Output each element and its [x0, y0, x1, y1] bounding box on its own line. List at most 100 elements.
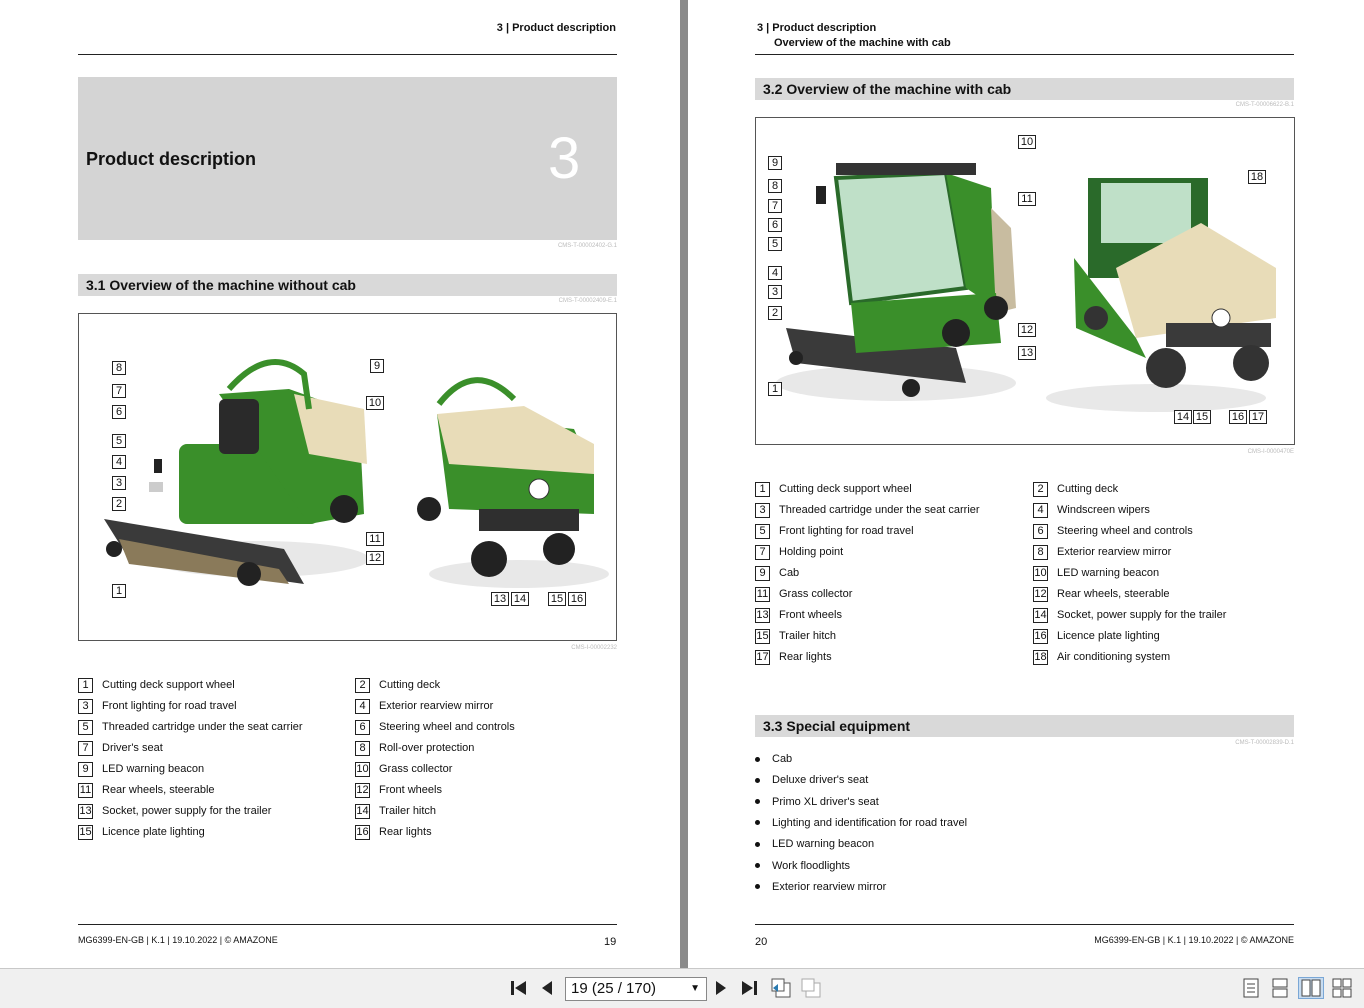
legend-label: Licence plate lighting	[102, 826, 205, 838]
legend-item: 7 Holding point	[755, 544, 843, 560]
callout-2: 2	[768, 306, 782, 320]
callout-11: 11	[366, 532, 384, 546]
figure-machine-without-cab: 8 7 6 5 4 3 2 1 9 10 11 12 13 14 15 16	[78, 313, 617, 641]
callout-10: 10	[366, 396, 384, 410]
legend-number: 11	[755, 586, 770, 602]
legend-item: 15 Licence plate lighting	[78, 824, 205, 840]
callout-6: 6	[112, 405, 126, 419]
special-equipment-item: Cab	[755, 753, 792, 765]
legend-number: 17	[755, 649, 770, 665]
section-title: 3.2 Overview of the machine with cab	[755, 78, 1294, 100]
continuous-facing-view-icon[interactable]	[1331, 977, 1353, 999]
cms-code: CMS-T-00006622-B.1	[1235, 102, 1294, 108]
legend-number: 18	[1033, 649, 1048, 665]
footer-rule	[755, 924, 1294, 925]
special-equipment-label: Lighting and identification for road tra…	[772, 816, 968, 829]
callout-9: 9	[370, 359, 384, 373]
legend-item: 3 Threaded cartridge under the seat carri…	[755, 502, 980, 518]
previous-page-icon[interactable]	[536, 977, 558, 999]
legend-number: 5	[755, 523, 770, 539]
legend-item: 16 Licence plate lighting	[1033, 628, 1160, 644]
go-back-view-icon[interactable]	[770, 977, 792, 999]
legend-label: Threaded cartridge under the seat carrie…	[102, 721, 303, 733]
legend-number: 5	[78, 719, 93, 735]
legend-number: 8	[355, 740, 370, 756]
dropdown-arrow-icon[interactable]: ▼	[690, 978, 700, 1000]
special-equipment-item: LED warning beacon	[755, 838, 874, 850]
legend-item: 12 Rear wheels, steerable	[1033, 586, 1170, 602]
legend-number: 4	[1033, 502, 1048, 518]
footer-text: MG6399-EN-GB | K.1 | 19.10.2022 | © AMAZ…	[1094, 935, 1294, 945]
legend-number: 9	[755, 565, 770, 581]
bullet-icon	[755, 820, 760, 826]
running-header: 3 | Product description	[496, 22, 616, 34]
legend-item: 1 Cutting deck support wheel	[755, 481, 912, 497]
special-equipment-label: Work floodlights	[772, 859, 851, 872]
legend-item: 14 Socket, power supply for the trailer	[1033, 607, 1226, 623]
legend-label: Exterior rearview mirror	[379, 700, 494, 712]
callout-10: 10	[1018, 135, 1036, 149]
special-equipment-item: Primo XL driver's seat	[755, 796, 879, 808]
callout-7: 7	[112, 384, 126, 398]
legend-label: Licence plate lighting	[1057, 630, 1160, 642]
legend-label: Steering wheel and controls	[379, 721, 515, 733]
legend-label: Trailer hitch	[779, 630, 837, 642]
legend-label: Front lighting for road travel	[779, 525, 914, 537]
page-number: 19	[604, 936, 617, 948]
special-equipment-item: Exterior rearview mirror	[755, 881, 886, 893]
callout-14: 14	[511, 592, 529, 606]
legend-item: 17 Rear lights	[755, 649, 832, 665]
legend-label: Air conditioning system	[1057, 651, 1171, 663]
legend-item: 5 Front lighting for road travel	[755, 523, 914, 539]
special-equipment-label: Primo XL driver's seat	[772, 795, 879, 808]
legend-label: Holding point	[779, 546, 844, 558]
legend-number: 7	[78, 740, 93, 756]
next-page-icon[interactable]	[710, 977, 732, 999]
continuous-view-icon[interactable]	[1269, 977, 1291, 999]
first-page-icon[interactable]	[508, 977, 530, 999]
cms-code: CMS-T-00002839-D.1	[1235, 740, 1294, 746]
legend-label: Grass collector	[779, 588, 853, 600]
bullet-icon	[755, 841, 760, 847]
legend-item: 8 Roll-over protection	[355, 740, 474, 756]
header-rule	[755, 54, 1294, 55]
callout-2: 2	[112, 497, 126, 511]
page-20: 3 | Product description Overview of the …	[688, 0, 1364, 968]
callout-11: 11	[1018, 192, 1036, 206]
callout-5: 5	[768, 237, 782, 251]
legend-number: 1	[78, 677, 93, 693]
legend-number: 16	[355, 824, 370, 840]
go-forward-view-icon[interactable]	[800, 977, 822, 999]
mower-rear-view	[417, 377, 609, 588]
legend-label: Threaded cartridge under the seat carrie…	[779, 504, 980, 516]
last-page-icon[interactable]	[738, 977, 760, 999]
legend-number: 4	[355, 698, 370, 714]
legend-item: 16 Rear lights	[355, 824, 432, 840]
special-equipment-label: Exterior rearview mirror	[772, 880, 887, 893]
legend-item: 3 Front lighting for road travel	[78, 698, 237, 714]
machine-with-cab-illustration	[776, 163, 1276, 412]
footer-rule	[78, 924, 617, 925]
legend-number: 11	[78, 782, 93, 798]
legend-item: 10 Grass collector	[355, 761, 452, 777]
callout-18: 18	[1248, 170, 1266, 184]
page-number-select[interactable]: 19 (25 / 170) ▼	[565, 977, 707, 1001]
legend-number: 2	[355, 677, 370, 693]
legend-item: 14 Trailer hitch	[355, 803, 436, 819]
facing-pages-view-icon[interactable]	[1298, 977, 1324, 999]
legend-number: 14	[1033, 607, 1048, 623]
legend-number: 14	[355, 803, 370, 819]
legend-number: 7	[755, 544, 770, 560]
legend-item: 2 Cutting deck	[355, 677, 440, 693]
single-page-view-icon[interactable]	[1240, 977, 1262, 999]
legend-number: 3	[78, 698, 93, 714]
chapter-title-box: Product description 3	[78, 77, 617, 240]
callout-7: 7	[768, 199, 782, 213]
legend-label: Rear wheels, steerable	[102, 784, 215, 796]
legend-label: LED warning beacon	[102, 763, 205, 775]
legend-label: Cutting deck	[379, 679, 441, 691]
legend-item: 15 Trailer hitch	[755, 628, 836, 644]
special-equipment-label: Deluxe driver's seat	[772, 774, 869, 787]
legend-label: Socket, power supply for the trailer	[1057, 609, 1227, 621]
cms-code: CMS-T-00002402-G.1	[557, 243, 617, 249]
